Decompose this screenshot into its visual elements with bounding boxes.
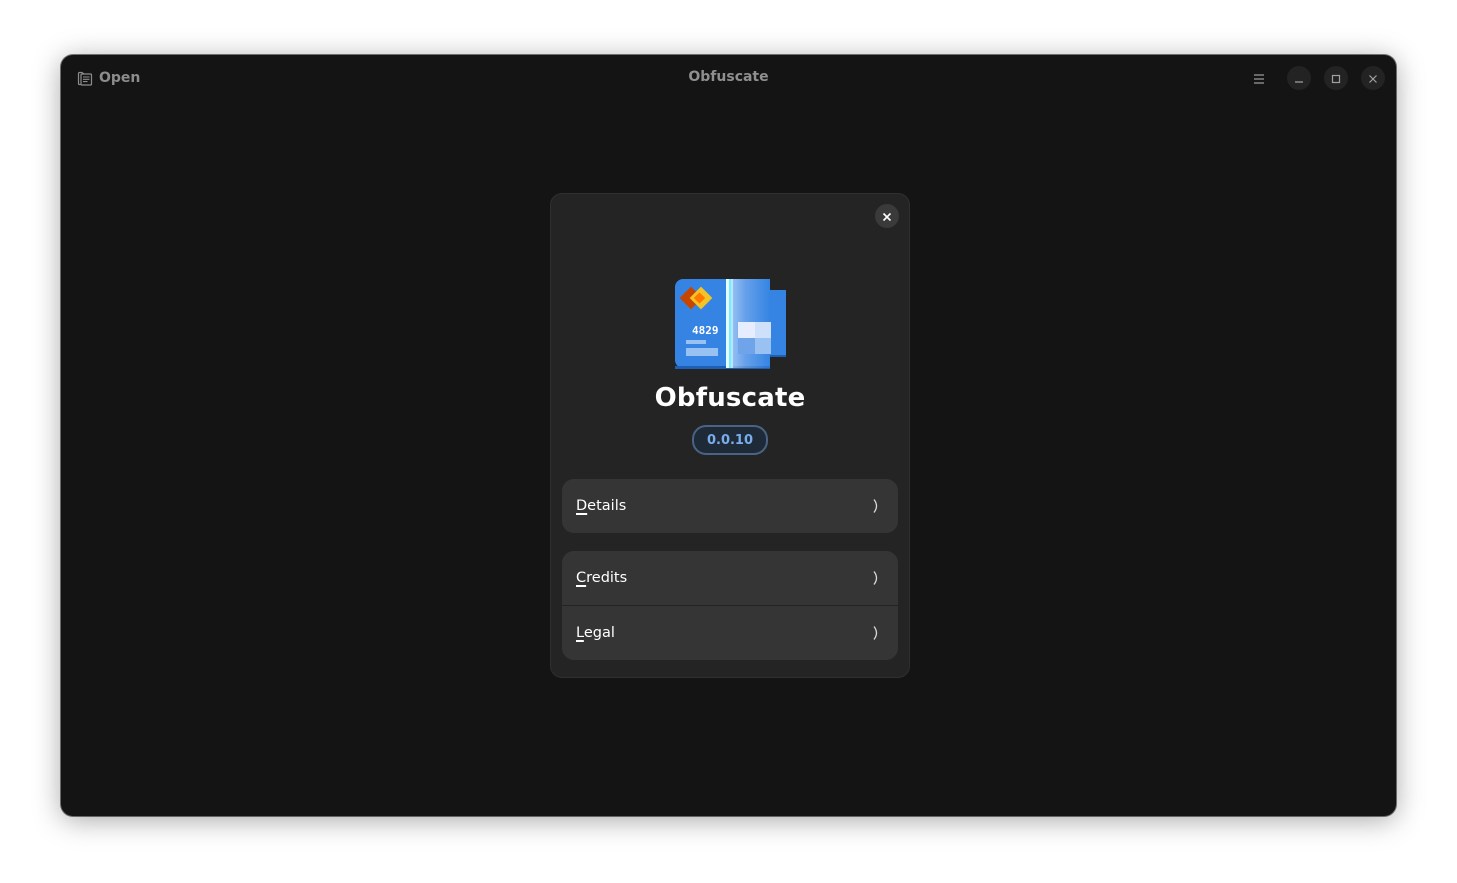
info-group: Credits Legal (562, 551, 898, 660)
app-name: Obfuscate (654, 383, 806, 413)
credits-row[interactable]: Credits (562, 551, 898, 605)
credits-label: Credits (576, 570, 628, 586)
maximize-button[interactable] (1324, 66, 1348, 90)
version-badge[interactable]: 0.0.10 (692, 425, 768, 455)
main-menu-icon (1253, 69, 1265, 88)
app-icon: 4829 (674, 278, 788, 372)
about-dialog: 4829 Obfuscate 0.0.10 Details Credits Le… (550, 193, 910, 678)
header-bar: Open Obfuscate (61, 55, 1396, 101)
chevron-right-icon (868, 625, 884, 641)
details-label: Details (576, 498, 627, 514)
maximize-icon (1331, 69, 1341, 88)
app-window: Open Obfuscate 4829 Obfuscate 0.0.10 Det… (61, 55, 1396, 816)
window-close-button[interactable] (1361, 66, 1385, 90)
legal-row[interactable]: Legal (562, 605, 898, 660)
minimize-icon (1294, 69, 1304, 88)
chevron-right-icon (868, 570, 884, 586)
close-icon (1368, 69, 1378, 88)
main-menu-button[interactable] (1247, 66, 1271, 90)
close-icon (882, 207, 892, 226)
card-number: 4829 (692, 324, 719, 337)
legal-label: Legal (576, 625, 615, 641)
window-title: Obfuscate (688, 69, 769, 85)
details-group: Details (562, 479, 898, 533)
minimize-button[interactable] (1287, 66, 1311, 90)
dialog-close-button[interactable] (875, 204, 899, 228)
chevron-right-icon (868, 498, 884, 514)
details-row[interactable]: Details (562, 479, 898, 533)
